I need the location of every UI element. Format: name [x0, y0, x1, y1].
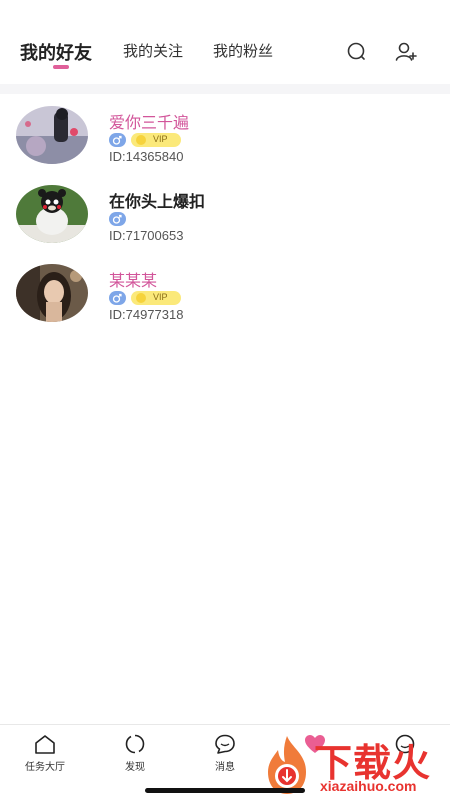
- friend-name: 爱你三千遍: [109, 115, 190, 132]
- tabbar-item-discover[interactable]: 发现: [105, 733, 165, 773]
- friend-row[interactable]: 某某某 VIP ID:74977318: [0, 264, 450, 342]
- friend-name: 在你头上爆扣: [109, 194, 206, 211]
- tab-my-following[interactable]: 我的关注: [123, 40, 183, 61]
- home-icon: [35, 735, 55, 754]
- friend-row[interactable]: 爱你三千遍 VIP ID:14365840: [0, 106, 450, 184]
- avatar[interactable]: [16, 264, 88, 322]
- friend-id: ID:14365840: [109, 149, 184, 164]
- tabbar-item-task-hall[interactable]: 任务大厅: [15, 733, 75, 773]
- vip-coin-icon: [136, 293, 146, 303]
- header-divider: [0, 84, 450, 94]
- avatar[interactable]: [16, 185, 88, 243]
- watermark-subtitle: xiazaihuo.com: [320, 778, 417, 794]
- friend-row[interactable]: 在你头上爆扣 ID:71700653: [0, 185, 450, 263]
- add-user-icon[interactable]: [394, 40, 418, 64]
- active-tab-indicator: [53, 65, 69, 69]
- vip-badge: VIP: [131, 291, 181, 305]
- tab-my-fans[interactable]: 我的粉丝: [213, 40, 273, 61]
- search-icon[interactable]: [345, 40, 369, 64]
- top-tab-bar: 我的好友 我的关注 我的粉丝: [0, 0, 450, 84]
- friend-id: ID:74977318: [109, 307, 184, 322]
- gender-male-icon: [109, 133, 126, 147]
- tabbar-item-messages[interactable]: 消息: [195, 733, 255, 773]
- discover-icon: [125, 734, 145, 754]
- gender-male-icon: [109, 291, 126, 305]
- flame-icon: [268, 736, 306, 794]
- message-icon: [215, 734, 235, 754]
- vip-badge: VIP: [131, 133, 181, 147]
- gender-male-icon: [109, 212, 126, 226]
- home-indicator: [145, 788, 305, 793]
- friend-id: ID:71700653: [109, 228, 184, 243]
- avatar[interactable]: [16, 106, 88, 164]
- vip-coin-icon: [136, 135, 146, 145]
- friend-name: 某某某: [109, 273, 158, 290]
- tab-my-friends[interactable]: 我的好友: [20, 39, 92, 65]
